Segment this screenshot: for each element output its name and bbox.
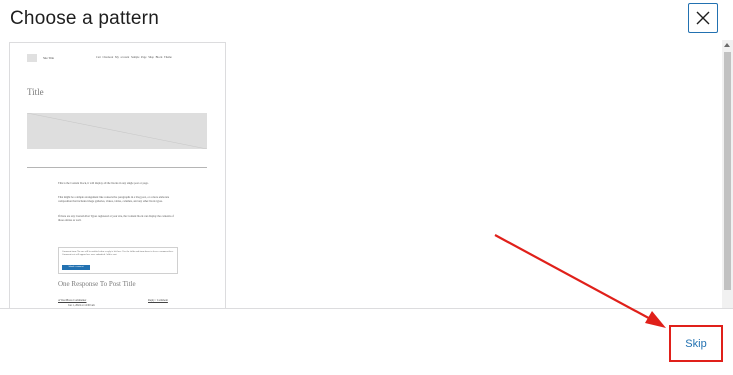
annotation-arrow <box>494 234 666 328</box>
skip-button[interactable]: Skip <box>669 325 723 362</box>
